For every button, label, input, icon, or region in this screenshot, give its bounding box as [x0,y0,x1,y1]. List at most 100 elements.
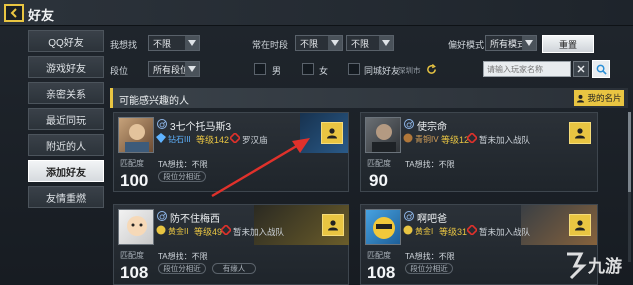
online-time-to-select[interactable]: 不限 [346,35,394,51]
user-add-icon [575,220,585,231]
gold-rank-icon [156,225,166,235]
chevron-down-icon [328,36,342,50]
filter-panel: 我想找 不限 常在时段 不限 不限 偏好模式 所有模式 重置 段位 所有段位 男… [108,32,633,82]
online-time-to-value: 不限 [351,38,370,49]
match-value: 100 [120,171,149,190]
rank-select-value: 所有段位 [153,64,190,75]
user-add-icon [575,128,585,139]
male-gender-icon [157,119,167,129]
male-gender-icon [404,119,414,129]
refresh-icon[interactable] [426,64,437,75]
player-clan: 罗汉庙 [242,135,268,145]
add-friend-button[interactable] [322,214,344,236]
my-card-label: 我的名片 [587,93,622,103]
city-name: 深圳市 [398,66,421,75]
reset-button[interactable]: 重置 [542,35,594,53]
male-gender-icon [404,211,414,221]
nav-item-recent-play[interactable]: 最近同玩 [28,108,104,130]
player-rank: 黄金I [415,227,434,236]
watermark-text: 九游 [587,256,622,277]
match-value: 90 [369,171,388,190]
same-city-checkbox[interactable] [348,63,360,75]
add-friend-button[interactable] [569,214,591,236]
back-button[interactable] [4,4,24,22]
rank-range-tag: 段位分相近 [158,263,206,274]
player-card[interactable]: 防不住梅西 黄金II 等级49 暂未加入战队 匹配度 108 TA想找：不限 段… [113,204,349,285]
rank-range-tag: 段位分相近 [405,263,453,274]
player-card[interactable]: 使宗命 青铜IV 等级12 暂未加入战队 匹配度 90 TA想找：不限 [360,112,598,192]
match-label: 匹配度 [120,251,144,260]
clan-icon [230,133,240,143]
nav-item-add-friend[interactable]: 添加好友 [28,160,104,182]
player-level: 等级142 [196,135,230,145]
watermark-logo: 九游 [561,248,631,282]
player-search-input[interactable] [483,61,571,77]
player-name: 使宗命 [417,122,447,133]
want-label: 我想找 [110,40,138,50]
player-name: 3七个托马斯3 [170,122,232,133]
player-clan: 暂未加入战队 [479,227,531,237]
rank-select[interactable]: 所有段位 [148,61,200,77]
gold-rank-icon [403,225,413,235]
player-name: 啊吧爸 [417,214,447,225]
ta-want-label: TA想找：不限 [158,252,208,261]
friends-screen: 好友 QQ好友 游戏好友 亲密关系 最近同玩 附近的人 添加好友 友情重燃 我想… [0,0,633,285]
chevron-down-icon [185,36,199,50]
nav-item-intimate[interactable]: 亲密关系 [28,82,104,104]
clan-icon [221,225,231,235]
player-clan: 暂未加入战队 [479,135,531,145]
female-checkbox[interactable] [302,63,314,75]
player-clan: 暂未加入战队 [233,227,285,237]
player-avatar [365,209,401,245]
ta-want-label: TA想找：不限 [405,252,455,261]
want-select[interactable]: 不限 [148,35,200,51]
back-arrow-icon [10,8,17,18]
player-rank: 青铜IV [415,135,439,144]
online-time-label: 常在时段 [252,40,289,50]
online-time-from-select[interactable]: 不限 [295,35,343,51]
my-card-button[interactable]: 我的名片 [574,90,624,106]
player-level: 等级49 [194,227,223,237]
player-name: 防不住梅西 [170,214,220,225]
nav-item-qq-friends[interactable]: QQ好友 [28,30,104,52]
peer-tag: 有缘人 [212,263,256,274]
male-label: 男 [272,66,282,76]
player-avatar [365,117,401,153]
player-avatar [118,209,154,245]
match-label: 匹配度 [120,159,144,168]
add-friend-button[interactable] [569,122,591,144]
female-label: 女 [319,66,329,76]
user-card-icon [577,94,585,103]
player-rank: 钻石III [168,135,191,144]
player-rank: 黄金II [168,227,189,236]
chevron-down-icon [379,36,393,50]
clear-search-button[interactable] [573,61,589,77]
match-label: 匹配度 [367,251,391,260]
player-card[interactable]: 3七个托马斯3 钻石III 等级142 罗汉庙 匹配度 100 TA想找：不限 … [113,112,349,192]
ta-want-label: TA想找：不限 [405,160,455,169]
page-title: 好友 [28,8,55,23]
same-city-label: 同城好友 [364,66,401,76]
search-button[interactable] [592,60,610,78]
rank-range-tag: 段位分相近 [158,171,206,182]
diamond-rank-icon [156,133,166,143]
nav-item-nearby[interactable]: 附近的人 [28,134,104,156]
nav-item-game-friends[interactable]: 游戏好友 [28,56,104,78]
top-bar: 好友 [0,0,633,26]
preferred-mode-select[interactable]: 所有模式 [485,35,537,51]
clan-icon [467,133,477,143]
user-add-icon [328,220,338,231]
male-gender-icon [157,211,167,221]
male-checkbox[interactable] [254,63,266,75]
bronze-rank-icon [403,133,413,143]
nav-item-rekindle[interactable]: 友情重燃 [28,186,104,208]
list-scrollbar[interactable] [628,112,631,262]
match-label: 匹配度 [367,159,391,168]
rank-label: 段位 [110,66,129,76]
user-add-icon [327,128,337,139]
chevron-down-icon [185,62,199,76]
online-time-from-value: 不限 [300,38,319,49]
scrollbar-thumb[interactable] [628,112,631,192]
search-icon [596,64,607,75]
add-friend-button[interactable] [321,122,343,144]
